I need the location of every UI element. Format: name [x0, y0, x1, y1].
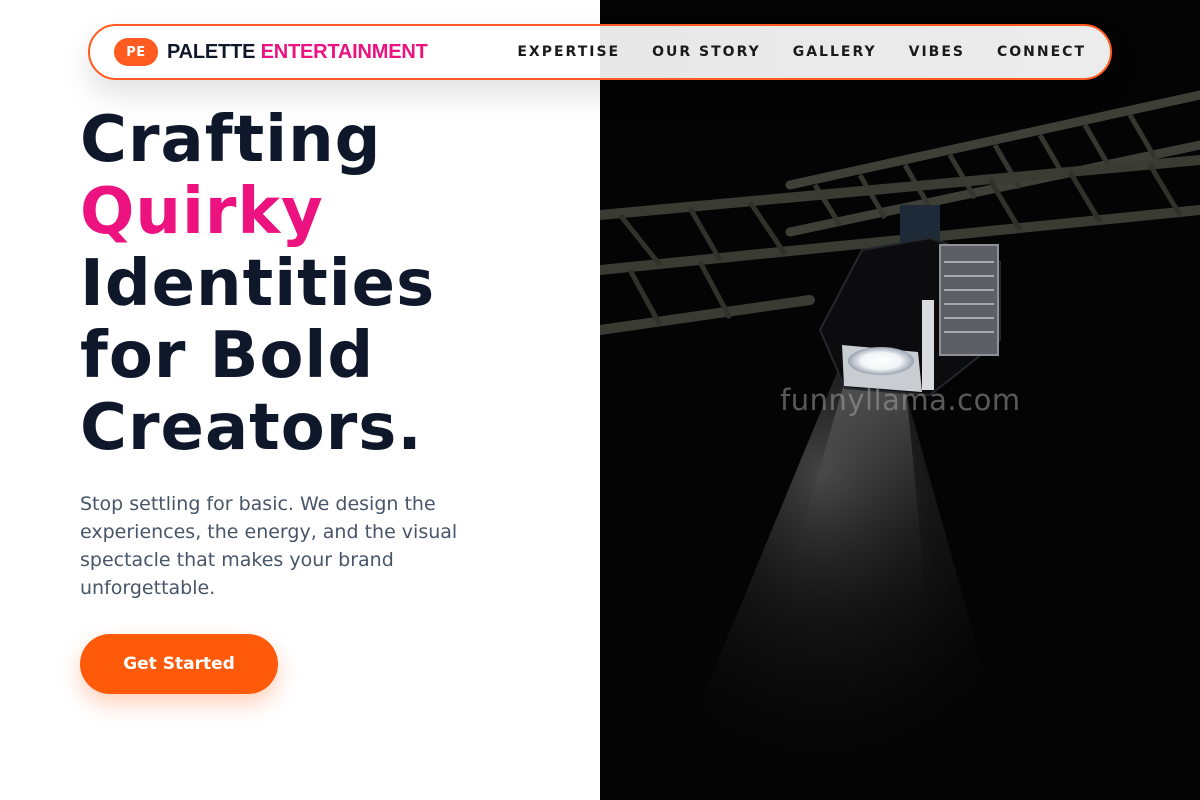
- nav-links: EXPERTISE OUR STORY GALLERY VIBES CONNEC…: [485, 44, 1086, 60]
- get-started-button[interactable]: Get Started: [80, 634, 278, 694]
- headline-line-1: Crafting: [80, 103, 382, 177]
- landing-page: funnyllama.com PE PALETTE ENTERTAINMENT …: [0, 0, 1200, 800]
- top-navigation: PE PALETTE ENTERTAINMENT EXPERTISE OUR S…: [88, 24, 1112, 80]
- nav-item-our-story[interactable]: OUR STORY: [652, 44, 761, 60]
- brand-name-primary: PALETTE: [167, 40, 256, 63]
- brand-name-accent: ENTERTAINMENT: [260, 40, 428, 63]
- headline-line-3: Identities: [80, 247, 436, 321]
- brand-name: PALETTE ENTERTAINMENT: [167, 41, 428, 64]
- brand-logo-link[interactable]: PE PALETTE ENTERTAINMENT: [114, 38, 428, 66]
- hero-headline: Crafting Quirky Identities for Bold Crea…: [80, 104, 435, 464]
- watermark-text: funnyllama.com: [780, 383, 1021, 417]
- headline-line-2-highlight: Quirky: [80, 175, 324, 249]
- headline-line-5: Creators.: [80, 391, 423, 465]
- nav-item-gallery[interactable]: GALLERY: [793, 44, 877, 60]
- hero-stage-light-image: funnyllama.com: [600, 0, 1200, 800]
- nav-item-connect[interactable]: CONNECT: [997, 44, 1086, 60]
- nav-item-vibes[interactable]: VIBES: [909, 44, 965, 60]
- brand-badge: PE: [114, 38, 158, 66]
- headline-line-4: for Bold: [80, 319, 375, 393]
- nav-item-expertise[interactable]: EXPERTISE: [517, 44, 620, 60]
- hero-subtext: Stop settling for basic. We design the e…: [80, 493, 458, 599]
